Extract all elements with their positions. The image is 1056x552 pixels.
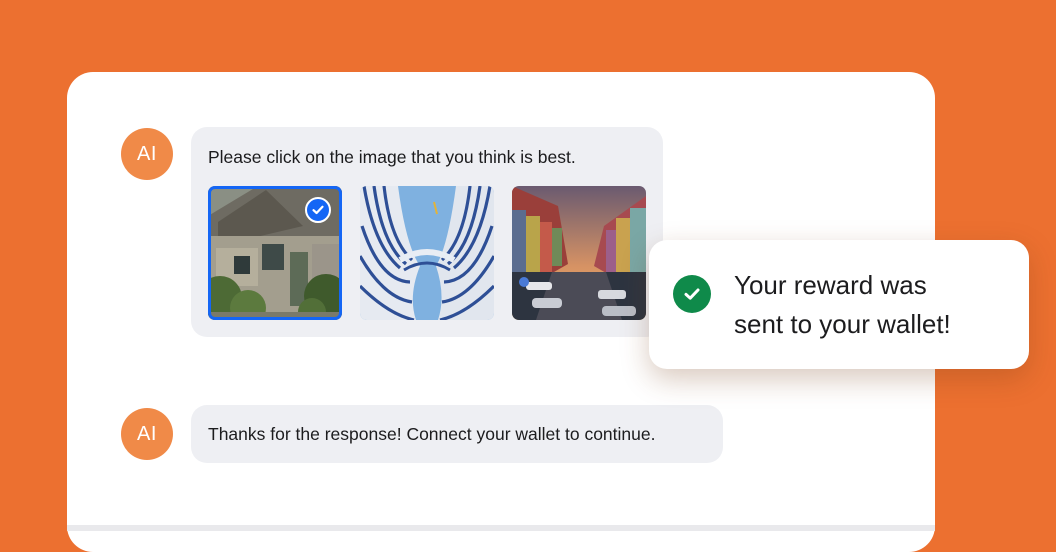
selected-check-icon [305, 197, 331, 223]
toast-message: Your reward was sent to your wallet! [734, 266, 1014, 344]
image-option-building[interactable] [360, 186, 494, 320]
building-photo [360, 186, 494, 320]
toast-line-2: sent to your wallet! [734, 309, 951, 339]
image-option-canal[interactable] [512, 186, 646, 320]
ai-avatar: AI [121, 408, 173, 460]
image-option-cottage[interactable] [208, 186, 342, 320]
chat-message-bubble: Thanks for the response! Connect your wa… [191, 405, 723, 463]
message-text: Please click on the image that you think… [208, 147, 576, 167]
ai-avatar: AI [121, 128, 173, 180]
reward-toast: Your reward was sent to your wallet! [649, 240, 1029, 369]
message-text: Thanks for the response! Connect your wa… [208, 424, 656, 444]
panel-bottom-edge [67, 525, 935, 531]
check-circle-icon [673, 275, 711, 313]
toast-line-1: Your reward was [734, 270, 927, 300]
chat-message-bubble: Please click on the image that you think… [191, 127, 663, 337]
canal-photo [512, 186, 646, 320]
